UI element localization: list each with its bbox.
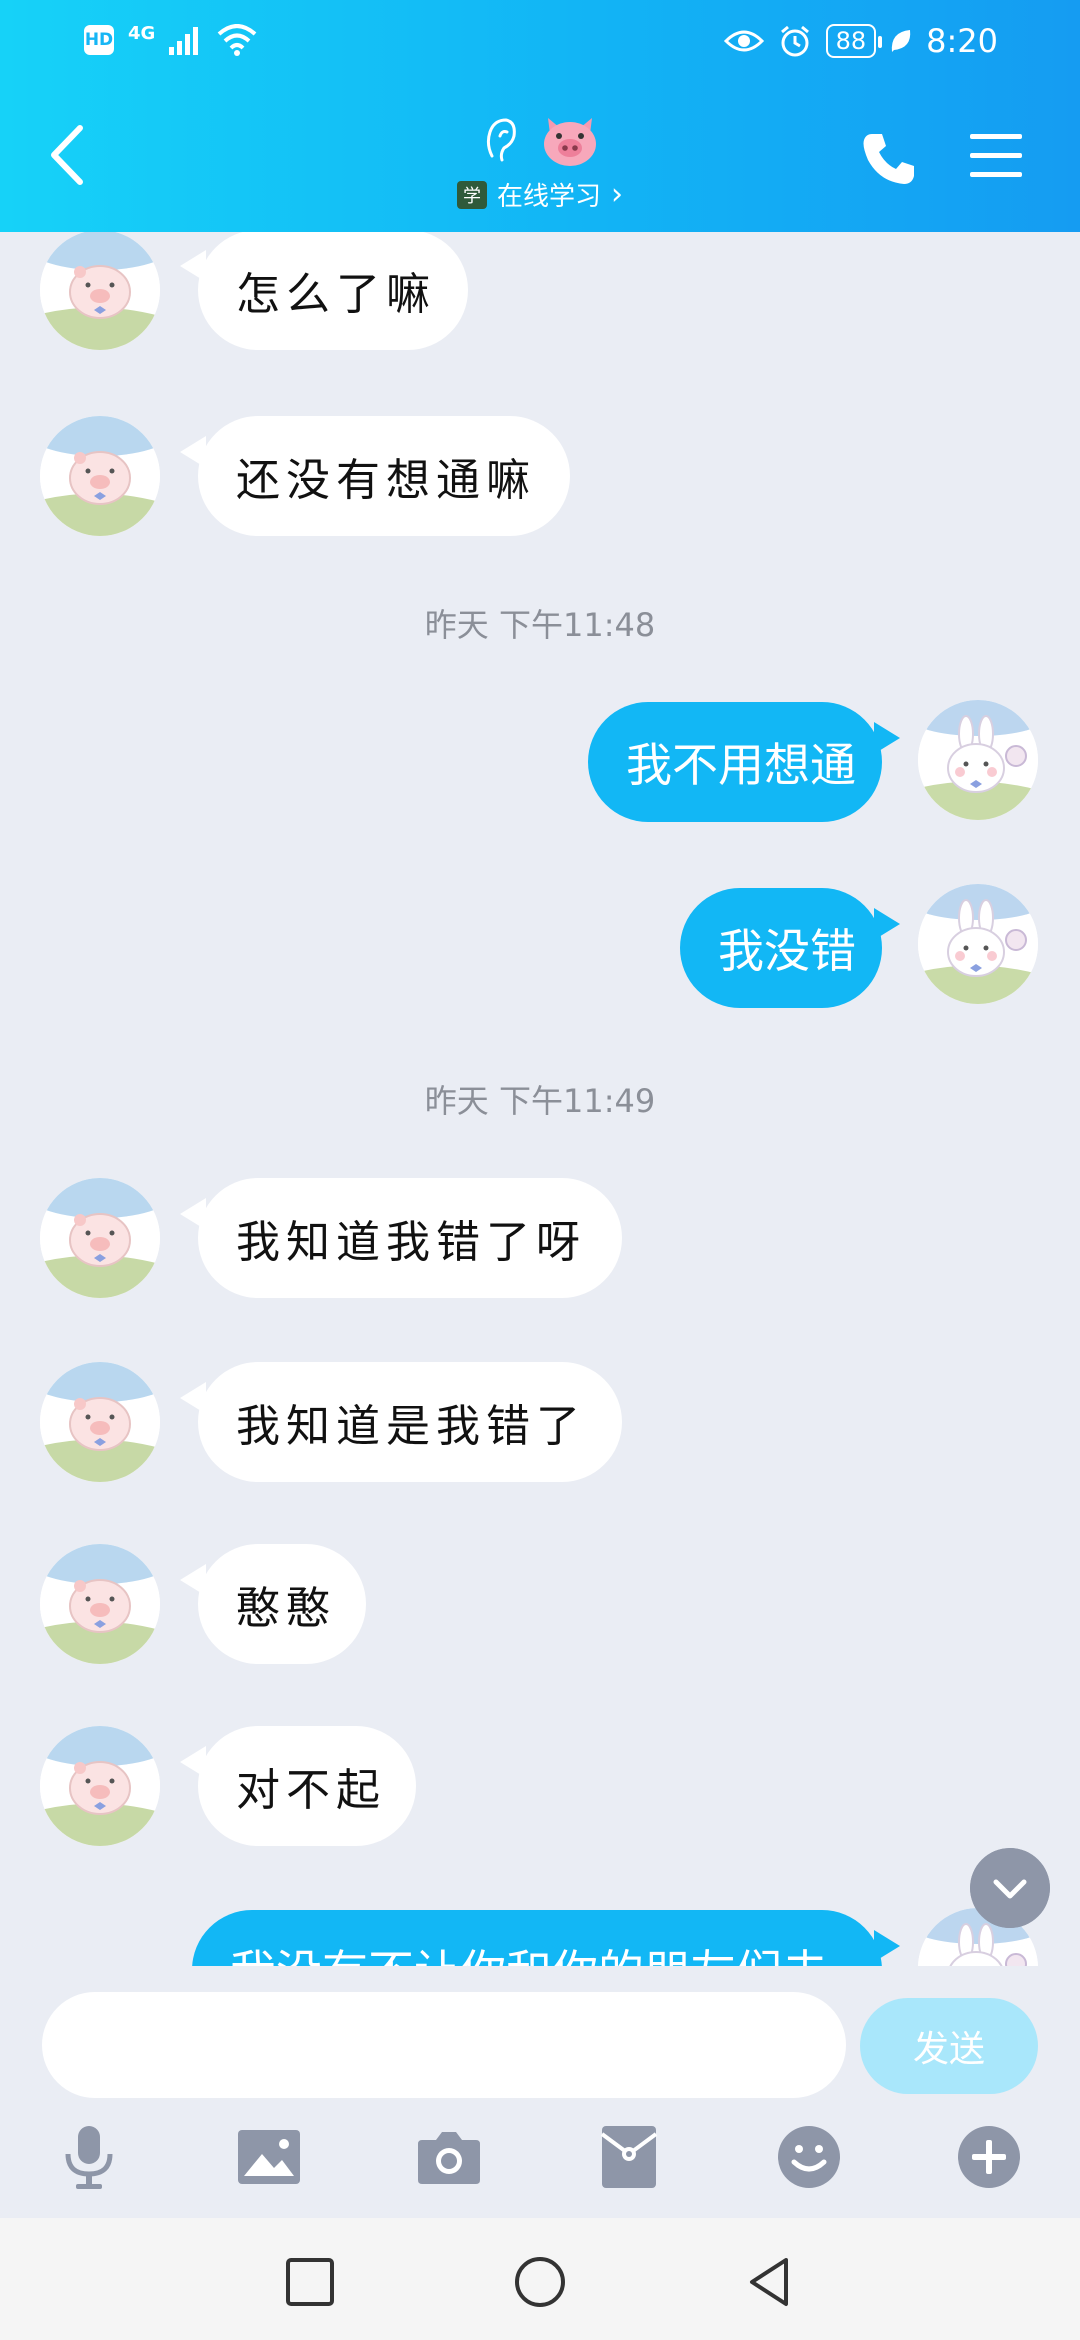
phone-icon[interactable] (858, 128, 920, 190)
signal-icon (169, 27, 199, 55)
contact-avatar[interactable] (40, 1726, 160, 1846)
status-time: 8:20 (926, 22, 998, 60)
pig-face-icon (544, 118, 596, 166)
my-avatar[interactable] (918, 884, 1038, 1004)
study-icon: 学 (456, 180, 487, 209)
status-text: 在线学习 (496, 182, 601, 212)
contact-avatar[interactable] (40, 232, 160, 350)
message-list[interactable]: 怎么了嘛 还没有想通嘛 昨天 下午11:48 我不用想通 我没错 昨天 下午11… (0, 232, 1080, 1966)
eye-icon (723, 30, 764, 52)
input-panel: 发送 (0, 1966, 1080, 2218)
message-bubble-outgoing[interactable]: 我没有不让你和你的朋友们去 (192, 1910, 900, 1966)
message-bubble-incoming[interactable]: 对不起 (180, 1726, 416, 1846)
message-bubble-incoming[interactable]: 还没有想通嘛 (180, 416, 570, 536)
plus-icon[interactable] (956, 2124, 1022, 2190)
system-navigation-bar (0, 2218, 1080, 2340)
emoji-icon[interactable] (776, 2124, 842, 2190)
message-input[interactable] (42, 1992, 846, 2098)
message-bubble-outgoing[interactable]: 我没错 (680, 888, 900, 1008)
image-icon[interactable] (236, 2124, 302, 2190)
alarm-icon (780, 25, 809, 57)
ear-icon (486, 118, 516, 162)
scroll-down-button[interactable] (970, 1848, 1050, 1928)
camera-icon[interactable] (416, 2124, 482, 2190)
chat-header: HD 4G 88 8:20 学 在线学习 › (0, 0, 1080, 232)
message-bubble-incoming[interactable]: 怎么了嘛 (180, 232, 468, 350)
red-packet-icon[interactable] (596, 2124, 662, 2190)
message-bubble-incoming[interactable]: 我知道我错了呀 (180, 1178, 622, 1298)
microphone-icon[interactable] (56, 2124, 122, 2190)
status-bar: HD 4G 88 8:20 (0, 20, 1080, 64)
network-label: 4G (128, 22, 156, 44)
contact-avatar[interactable] (40, 1362, 160, 1482)
back-icon[interactable] (742, 2254, 798, 2310)
chevron-right-icon: › (611, 177, 623, 212)
message-bubble-incoming[interactable]: 憨憨 (180, 1544, 366, 1664)
my-avatar[interactable] (918, 700, 1038, 820)
recents-icon[interactable] (282, 2254, 338, 2310)
wifi-icon (217, 24, 257, 56)
message-bubble-outgoing[interactable]: 我不用想通 (588, 702, 900, 822)
message-bubble-incoming[interactable]: 我知道是我错了 (180, 1362, 622, 1482)
contact-avatar[interactable] (40, 1178, 160, 1298)
home-icon[interactable] (512, 2254, 568, 2310)
send-button[interactable]: 发送 (860, 1998, 1038, 2094)
hd-badge: HD (84, 25, 114, 55)
contact-avatar[interactable] (40, 1544, 160, 1664)
timestamp: 昨天 下午11:48 (424, 606, 656, 644)
battery-indicator: 88 (825, 24, 882, 58)
timestamp: 昨天 下午11:49 (424, 1082, 656, 1120)
contact-avatar[interactable] (40, 416, 160, 536)
menu-icon[interactable] (966, 128, 1026, 184)
leaf-icon (891, 30, 911, 52)
